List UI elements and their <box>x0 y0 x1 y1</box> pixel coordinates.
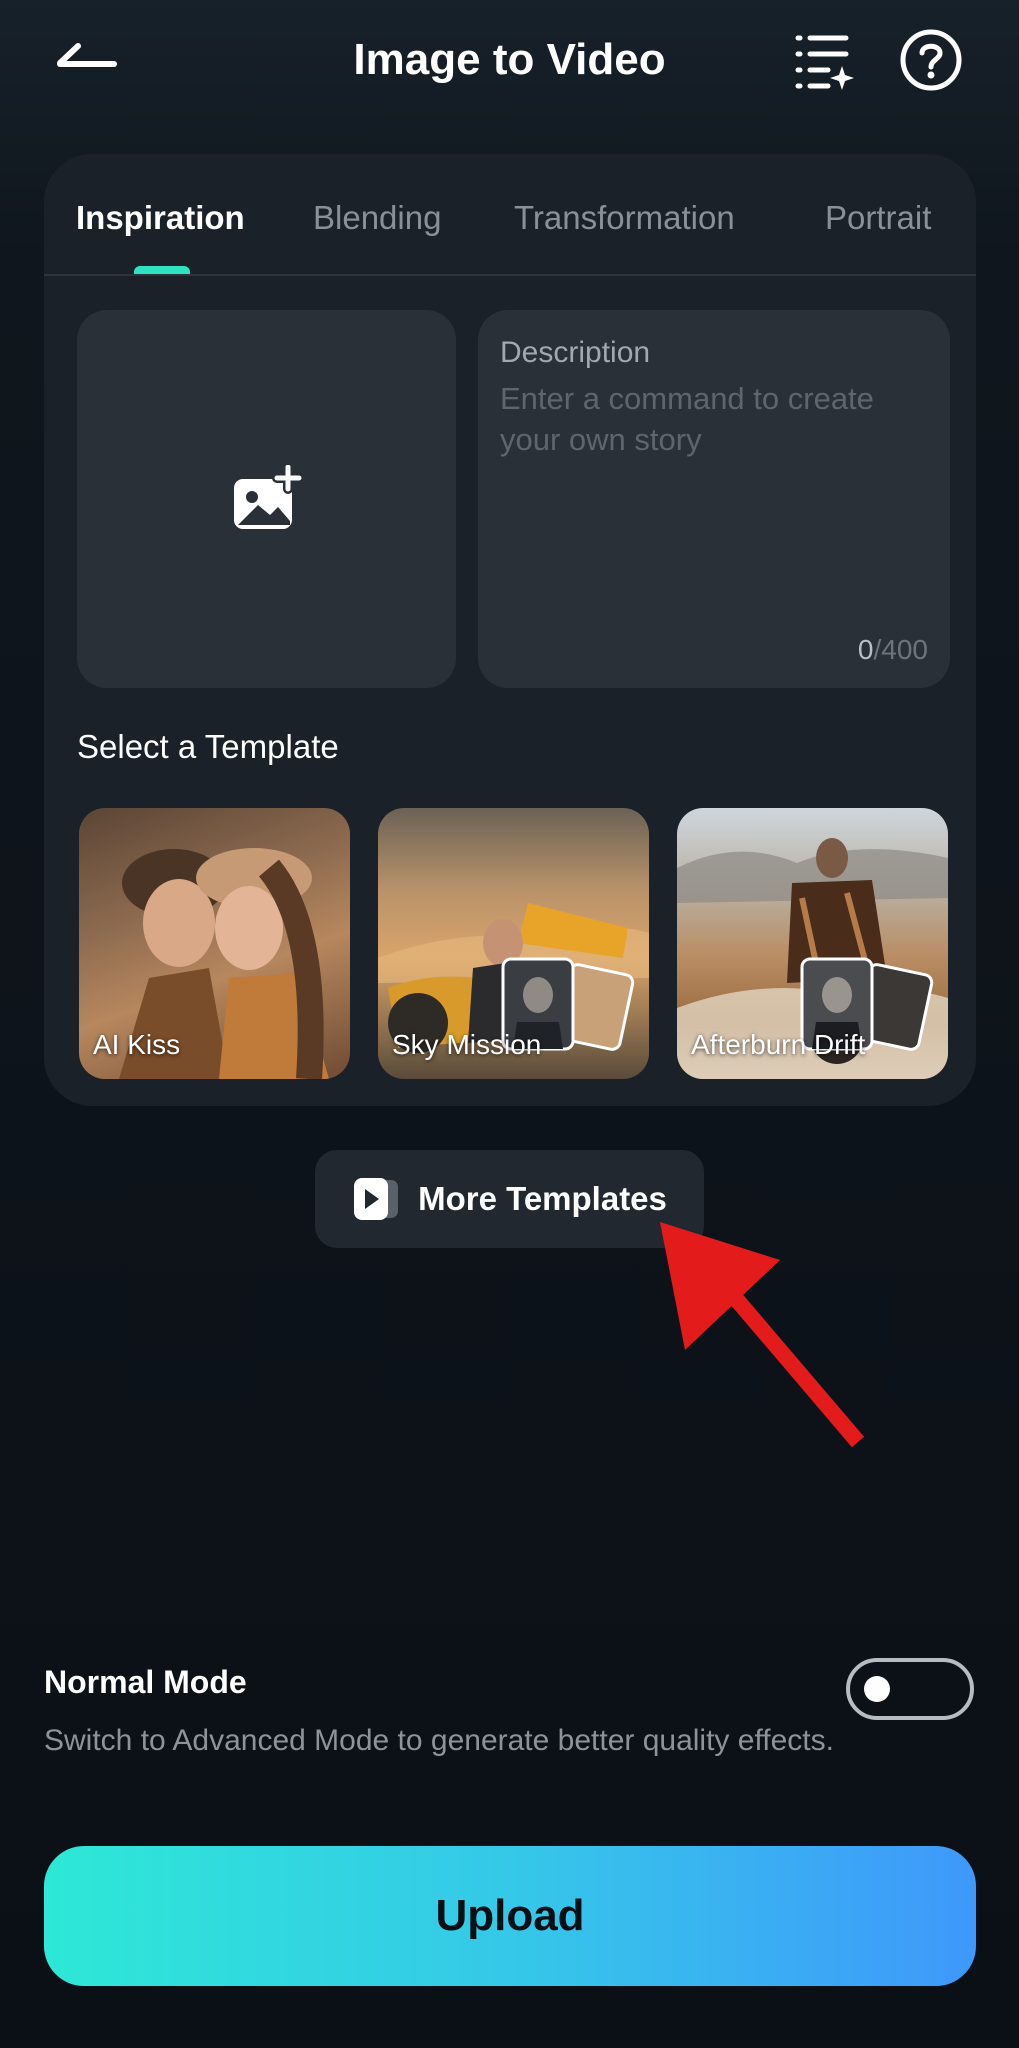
tab-inspiration[interactable]: Inspiration <box>76 196 245 240</box>
question-circle-icon <box>900 29 962 91</box>
image-upload-area[interactable] <box>77 310 456 688</box>
creation-card: Inspiration Blending Transformation Port… <box>44 154 976 1106</box>
tab-transformation[interactable]: Transformation <box>514 196 735 240</box>
add-image-icon <box>234 465 304 529</box>
annotation-arrow-icon <box>660 1222 865 1448</box>
page-title: Image to Video <box>353 35 666 84</box>
character-count-max: /400 <box>873 634 929 665</box>
more-templates-label: More Templates <box>418 1180 667 1217</box>
description-label: Description <box>500 336 651 369</box>
character-count: 0/400 <box>858 634 928 666</box>
tab-portrait[interactable]: Portrait <box>825 196 931 240</box>
active-tab-indicator <box>134 266 190 274</box>
template-card-afterburn-drift[interactable]: Afterburn Drift <box>677 808 948 1079</box>
mode-description: Switch to Advanced Mode to generate bett… <box>44 1724 834 1757</box>
template-label: AI Kiss <box>93 1029 181 1060</box>
history-button[interactable] <box>790 26 858 94</box>
list-sparkle-icon <box>795 35 854 90</box>
mode-title: Normal Mode <box>44 1664 247 1700</box>
description-input[interactable] <box>500 378 920 578</box>
advanced-mode-toggle[interactable] <box>846 1658 974 1720</box>
template-card-sky-mission[interactable]: Sky Mission <box>378 808 649 1079</box>
tab-blending[interactable]: Blending <box>313 196 441 240</box>
description-box: Description 0/400 <box>478 310 950 688</box>
template-label: Afterburn Drift <box>691 1029 866 1060</box>
template-card-ai-kiss[interactable]: AI Kiss <box>79 808 350 1079</box>
toggle-knob <box>864 1676 890 1702</box>
upload-button-label: Upload <box>435 1891 585 1940</box>
character-count-current: 0 <box>857 634 874 665</box>
upload-button[interactable]: Upload <box>44 1846 976 1986</box>
template-label: Sky Mission <box>392 1029 542 1060</box>
template-section-title: Select a Template <box>77 728 339 765</box>
help-button[interactable] <box>897 26 965 94</box>
category-tabs: Inspiration Blending Transformation Port… <box>44 154 976 276</box>
video-play-icon <box>354 1178 399 1220</box>
